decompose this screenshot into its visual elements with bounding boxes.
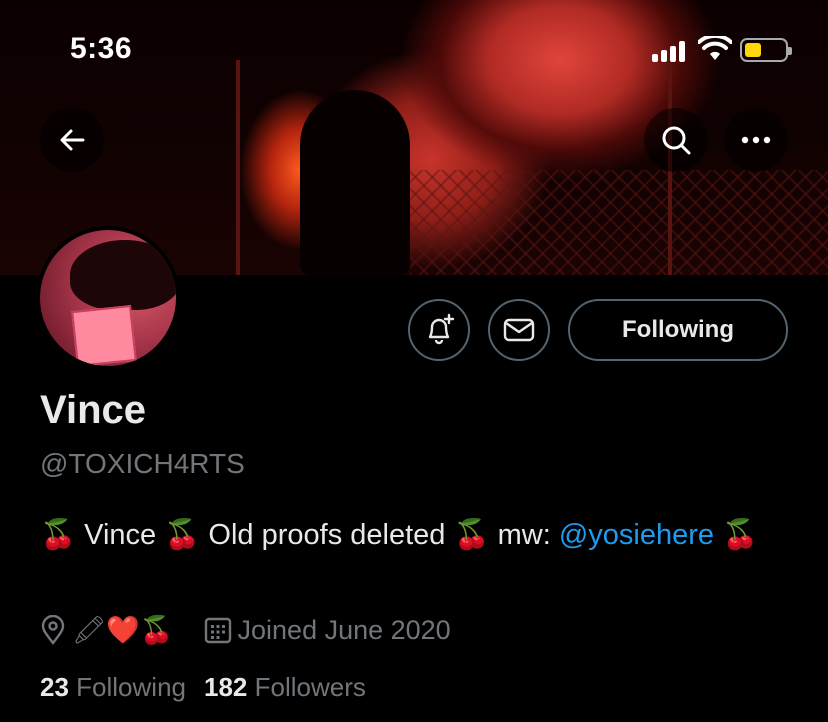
silhouette (300, 90, 410, 275)
more-button[interactable] (724, 108, 788, 172)
fence (410, 170, 828, 275)
following-stat[interactable]: 23 Following (40, 672, 186, 702)
display-name: Vince (40, 388, 146, 432)
followers-label: Followers (254, 672, 366, 702)
avatar[interactable] (36, 226, 180, 370)
search-icon (662, 126, 691, 155)
back-arrow-icon (60, 129, 85, 151)
more-icon (741, 136, 771, 144)
bio-mention-link[interactable]: @yosiehere (559, 519, 714, 551)
bio: 🍒 Vince 🍒 Old proofs deleted 🍒 mw: @yosi… (40, 512, 800, 558)
mail-icon (503, 318, 535, 342)
user-handle: @TOXICH4RTS (40, 448, 245, 479)
bell-plus-icon (428, 313, 455, 345)
following-count: 23 (40, 672, 69, 702)
notifications-button[interactable] (408, 299, 470, 361)
search-button[interactable] (644, 108, 708, 172)
joined-date: Joined June 2020 (237, 614, 451, 645)
bio-text: 🍒 Vince 🍒 Old proofs deleted 🍒 mw: (40, 519, 559, 551)
battery-icon (740, 38, 792, 62)
signal-icon (652, 40, 688, 62)
bio-suffix: 🍒 (714, 519, 759, 551)
wifi-icon (698, 36, 732, 60)
following-label: Following (76, 672, 186, 702)
message-button[interactable] (488, 299, 550, 361)
followers-count: 182 (203, 672, 248, 702)
followers-stat[interactable]: 182 Followers (204, 672, 366, 702)
location-pin-icon (41, 615, 65, 645)
back-button[interactable] (40, 108, 104, 172)
following-button[interactable]: Following (568, 299, 788, 361)
profile-meta: 🖍❤️🍒 Joined June 2020 (40, 610, 451, 650)
status-bar: 5:36 (0, 0, 828, 100)
follow-stats: 23 Following 182 Followers (40, 672, 366, 703)
status-time: 5:36 (70, 32, 133, 65)
location-emojis: 🖍❤️🍒 (72, 615, 174, 645)
calendar-icon (204, 617, 231, 644)
